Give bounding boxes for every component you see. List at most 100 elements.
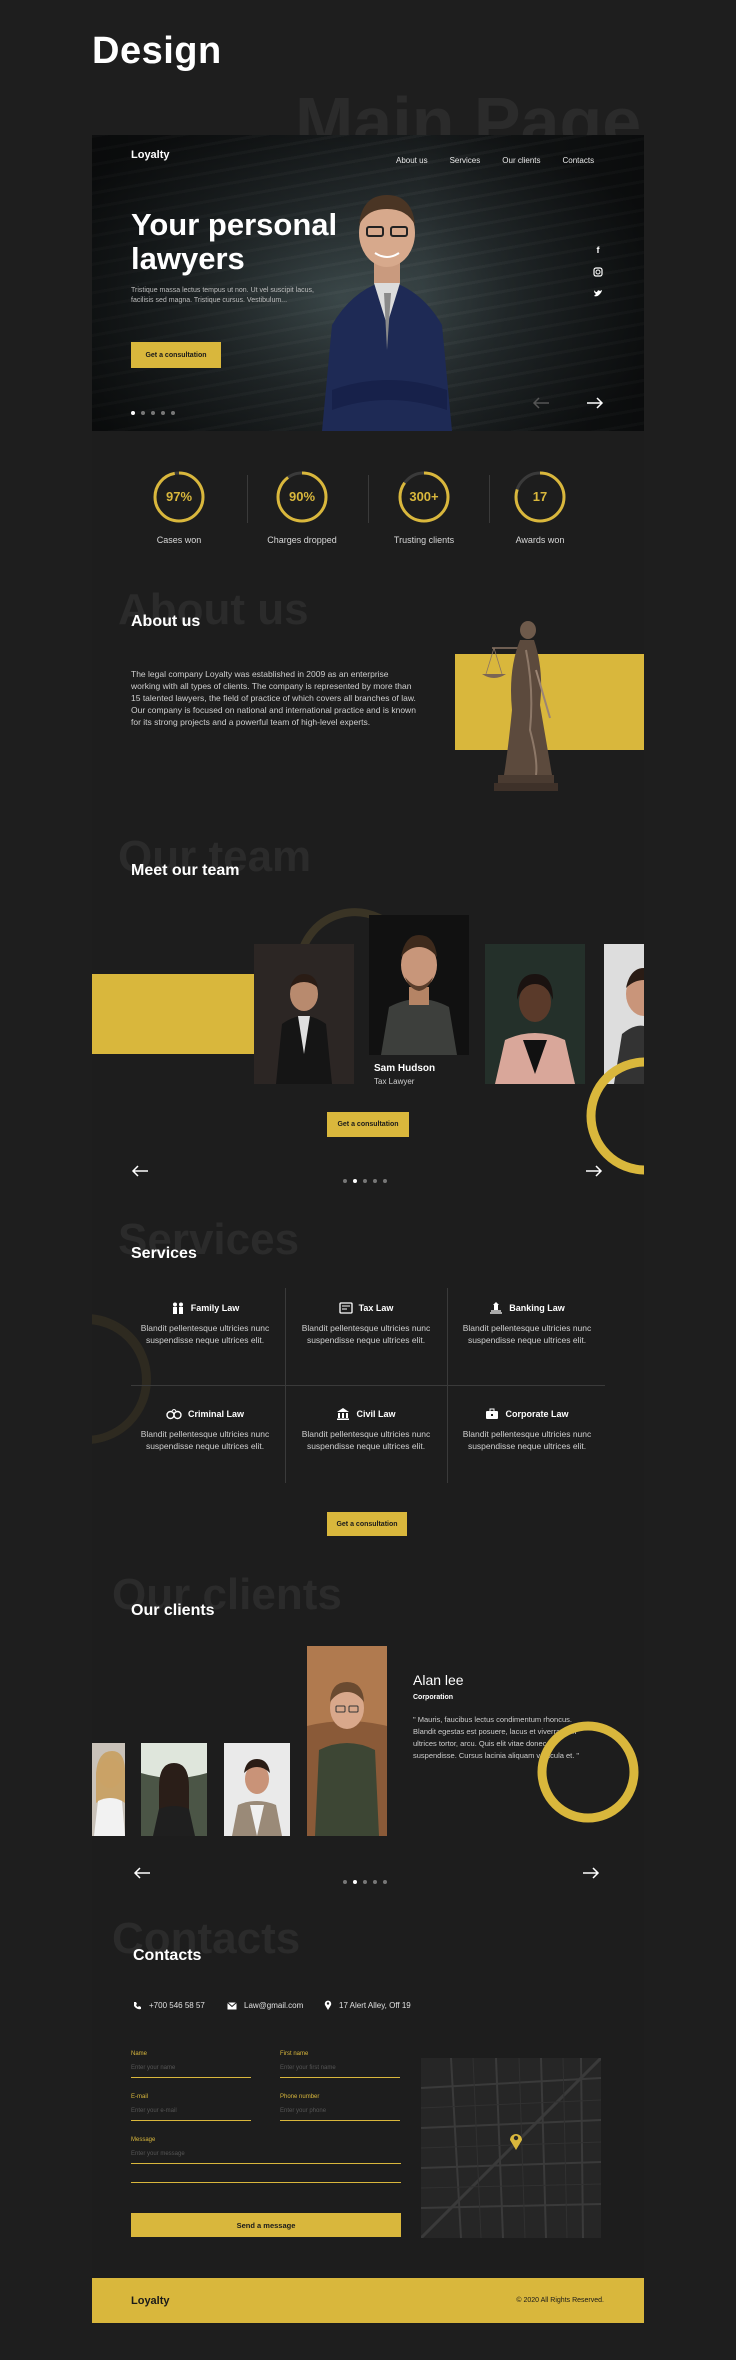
field-placeholder[interactable]: Enter your message — [131, 2151, 401, 2157]
clients-prev-arrow[interactable] — [133, 1867, 151, 1879]
hero-dot[interactable] — [131, 411, 135, 415]
location-pin-icon — [324, 2000, 332, 2010]
contact-email-text: Law@gmail.com — [244, 2001, 304, 2010]
contacts-title: Contacts — [133, 1947, 202, 1964]
team-next-arrow[interactable] — [585, 1165, 603, 1177]
services-cta-button[interactable]: Get a consultation — [327, 1512, 407, 1536]
featured-member-role: Tax Lawyer — [374, 1077, 415, 1086]
stat-label: Awards won — [515, 535, 565, 545]
team-photo-featured[interactable] — [369, 915, 469, 1055]
field-placeholder[interactable]: Enter your e-mail — [131, 2108, 256, 2114]
service-text: Blandit pellentesque ultricies nunc susp… — [140, 1323, 270, 1345]
contact-address-text: 17 Alert Alley, Off 19 — [339, 2000, 411, 2010]
bank-icon — [490, 1302, 503, 1314]
stat-value: 97% — [166, 489, 192, 504]
briefcase-icon — [486, 1408, 499, 1419]
team-dot[interactable] — [353, 1179, 357, 1183]
clients-dot[interactable] — [373, 1880, 377, 1884]
nav-contacts[interactable]: Contacts — [563, 156, 595, 165]
client-photo-3[interactable] — [224, 1743, 290, 1836]
phone-icon — [134, 2002, 141, 2010]
first-name-field[interactable]: First name Enter your first name — [280, 2051, 405, 2078]
twitter-icon[interactable] — [592, 289, 604, 300]
hero-heading: Your personal lawyers — [131, 207, 338, 276]
facebook-icon[interactable]: f — [592, 245, 604, 255]
send-message-button[interactable]: Send a message — [131, 2213, 401, 2237]
themis-statue-image — [482, 621, 558, 791]
service-corporate-law[interactable]: Corporate Law Blandit pellentesque ultri… — [457, 1408, 597, 1452]
services-title: Services — [131, 1245, 197, 1262]
contact-phone[interactable]: +700 546 58 57 — [133, 2001, 205, 2010]
client-photo-2[interactable] — [141, 1743, 207, 1836]
client-photo-featured[interactable] — [307, 1646, 387, 1836]
stat-label: Trusting clients — [393, 535, 455, 545]
field-placeholder[interactable]: Enter your phone — [280, 2108, 405, 2114]
stat-cases-won: 97% Cases won — [152, 470, 239, 545]
client-name: Alan lee — [413, 1672, 464, 1688]
service-text: Blandit pellentesque ultricies nunc susp… — [462, 1323, 592, 1345]
message-field[interactable]: Message Enter your message — [131, 2137, 401, 2183]
decor-ring — [586, 1057, 644, 1175]
team-dot[interactable] — [363, 1179, 367, 1183]
service-banking-law[interactable]: Banking Law Blandit pellentesque ultrici… — [457, 1302, 597, 1346]
contact-email[interactable]: Law@gmail.com — [227, 2001, 303, 2010]
team-dot[interactable] — [343, 1179, 347, 1183]
hero-pagination — [131, 402, 181, 420]
clients-dot[interactable] — [343, 1880, 347, 1884]
contact-address[interactable]: 17 Alert Alley, Off 19 — [324, 2000, 411, 2010]
hero-dot[interactable] — [141, 411, 145, 415]
stat-awards-won: 17 Awards won — [513, 470, 600, 545]
footer: Loyalty © 2020 All Rights Reserved. — [92, 2278, 644, 2323]
nav-about[interactable]: About us — [396, 156, 428, 165]
clients-next-arrow[interactable] — [582, 1867, 600, 1879]
nav-services[interactable]: Services — [450, 156, 481, 165]
hero-dot[interactable] — [171, 411, 175, 415]
footer-copyright: © 2020 All Rights Reserved. — [516, 2297, 604, 2304]
clients-dot[interactable] — [353, 1880, 357, 1884]
clients-dot[interactable] — [383, 1880, 387, 1884]
contact-phone-text: +700 546 58 57 — [149, 2001, 205, 2010]
team-dot[interactable] — [373, 1179, 377, 1183]
stat-value: 300+ — [409, 489, 439, 504]
stat-value: 90% — [289, 489, 315, 504]
service-title: Civil Law — [356, 1409, 396, 1419]
footer-brand[interactable]: Loyalty — [131, 2295, 170, 2307]
hero-prev-arrow[interactable] — [532, 397, 550, 409]
phone-field[interactable]: Phone number Enter your phone — [280, 2094, 405, 2121]
field-label: First name — [280, 2051, 309, 2057]
instagram-icon[interactable] — [592, 267, 604, 279]
main-nav: About us Services Our clients Contacts — [374, 150, 594, 168]
service-family-law[interactable]: Family Law Blandit pellentesque ultricie… — [135, 1302, 275, 1346]
hero-brand[interactable]: Loyalty — [131, 149, 170, 161]
nav-clients[interactable]: Our clients — [502, 156, 540, 165]
team-cta-button[interactable]: Get a consultation — [327, 1112, 409, 1137]
team-dot[interactable] — [383, 1179, 387, 1183]
stat-label: Cases won — [156, 535, 202, 545]
field-label: Name — [131, 2051, 148, 2057]
hero-text: Tristique massa lectus tempus ut non. Ut… — [131, 287, 314, 304]
about-text: The legal company Loyalty was establishe… — [131, 669, 416, 727]
team-photo-1[interactable] — [254, 944, 354, 1084]
field-placeholder[interactable]: Enter your first name — [280, 2065, 405, 2071]
hero-next-arrow[interactable] — [586, 397, 604, 409]
divider — [247, 475, 248, 523]
hero-dot[interactable] — [151, 411, 155, 415]
name-field[interactable]: Name Enter your name — [131, 2051, 256, 2078]
service-text: Blandit pellentesque ultricies nunc susp… — [301, 1323, 431, 1345]
location-map[interactable] — [421, 2058, 601, 2238]
service-tax-law[interactable]: Tax Law Blandit pellentesque ultricies n… — [296, 1302, 436, 1346]
team-prev-arrow[interactable] — [131, 1165, 149, 1177]
divider — [368, 475, 369, 523]
email-field[interactable]: E-mail Enter your e-mail — [131, 2094, 256, 2121]
stat-ring: 17 — [514, 471, 566, 523]
hero-dot[interactable] — [161, 411, 165, 415]
clients-pagination — [343, 1871, 393, 1889]
clients-dot[interactable] — [363, 1880, 367, 1884]
tax-icon — [338, 1302, 353, 1314]
hero-cta-button[interactable]: Get a consultation — [131, 342, 221, 368]
field-placeholder[interactable]: Enter your name — [131, 2065, 256, 2071]
client-photo-1[interactable] — [92, 1743, 125, 1836]
team-title: Meet our team — [131, 862, 240, 879]
service-criminal-law[interactable]: Criminal Law Blandit pellentesque ultric… — [135, 1408, 275, 1452]
service-civil-law[interactable]: Civil Law Blandit pellentesque ultricies… — [296, 1408, 436, 1452]
